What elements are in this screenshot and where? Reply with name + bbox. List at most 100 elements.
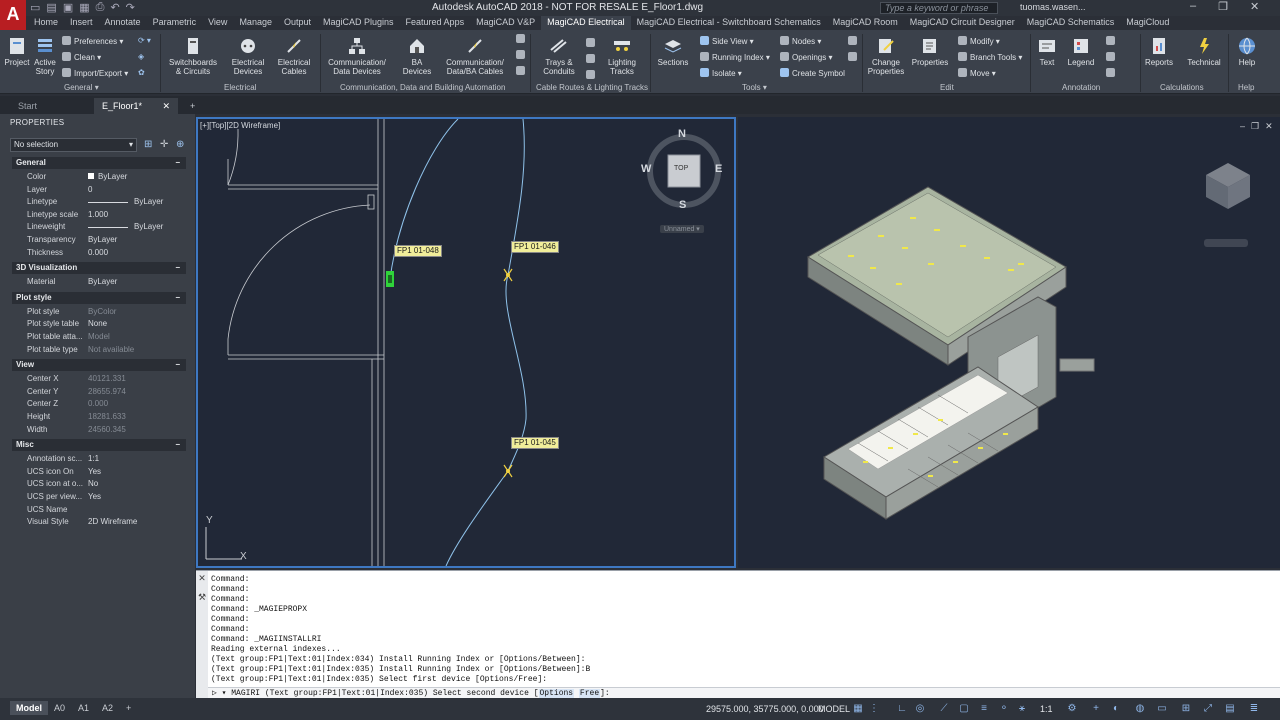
customization-icon[interactable]: ≣ (1248, 703, 1260, 715)
selection-dropdown[interactable]: No selection ▾ (10, 138, 137, 152)
ortho-icon[interactable]: ∟ (896, 703, 908, 715)
compass-north[interactable]: N (678, 128, 686, 140)
viewcube-face-top[interactable]: TOP (674, 165, 688, 172)
comm-data-devices-button[interactable]: Communication/ Data Devices (324, 36, 390, 76)
autoscale-icon[interactable]: ⚹ (1016, 703, 1028, 715)
sections-button[interactable]: Sections (654, 36, 692, 67)
close-icon[interactable]: ✕ (1250, 0, 1259, 13)
group-calculations[interactable]: Calculations (1160, 83, 1204, 92)
property-row[interactable]: Transparency ByLayer (27, 234, 187, 246)
running-index-button[interactable]: Running Index ▾ (700, 52, 770, 62)
lighting-tracks-button[interactable]: Lighting Tracks (600, 36, 644, 76)
properties-toggle-icon[interactable]: ⊞ (1180, 703, 1192, 715)
property-row[interactable]: Plot table type Not available (27, 344, 187, 356)
property-row[interactable]: Center Y 28655.974 (27, 386, 187, 398)
property-row[interactable]: Layer 0 (27, 184, 187, 196)
print-icon[interactable]: ⎙ (96, 1, 105, 15)
open-icon[interactable]: ▤ (46, 1, 56, 15)
new-tab-icon[interactable]: + (182, 98, 203, 114)
collapse-icon[interactable]: − (175, 157, 180, 169)
quick-select-icon[interactable]: ⊕ (176, 139, 184, 150)
switchboards-button[interactable]: Switchboards & Circuits (166, 36, 220, 76)
comm-tool-2[interactable] (516, 50, 528, 60)
layout-tab-a2[interactable]: A2 (96, 701, 119, 715)
branch-tools-button[interactable]: Branch Tools ▾ (958, 52, 1022, 62)
collapse-icon[interactable]: − (175, 439, 180, 451)
create-symbol-button[interactable]: Create Symbol (780, 68, 845, 78)
polar-icon[interactable]: ◎ (914, 703, 926, 715)
running-index-tag[interactable]: FP1 01-048 (394, 245, 442, 257)
openings-button[interactable]: Openings ▾ (780, 52, 833, 62)
tools-extra-2[interactable] (848, 52, 860, 62)
property-row[interactable]: UCS icon at o... No (27, 478, 187, 490)
grid-icon[interactable]: ▦ (852, 703, 864, 715)
file-tab-e-floor1[interactable]: E_Floor1* ✕ (94, 98, 178, 114)
side-view-button[interactable]: Side View ▾ (700, 36, 754, 46)
ribbon-tab[interactable]: MagiCAD Schematics (1021, 16, 1121, 30)
lineweight-icon[interactable]: ≡ (978, 703, 990, 715)
compass-south[interactable]: S (679, 199, 686, 211)
group-cable-routes[interactable]: Cable Routes & Lighting Tracks (536, 83, 648, 92)
group-electrical[interactable]: Electrical (224, 83, 256, 92)
electrical-cables-button[interactable]: Electrical Cables (272, 36, 316, 76)
viewport-window-controls[interactable]: –❐✕ (1240, 121, 1279, 132)
ribbon-tab[interactable]: Manage (233, 16, 278, 30)
ribbon-tab[interactable]: Insert (64, 16, 99, 30)
compass-west[interactable]: W (641, 163, 651, 175)
minimize-icon[interactable]: – (1190, 0, 1196, 13)
ribbon-tab[interactable]: View (202, 16, 233, 30)
ribbon-tab[interactable]: Home (28, 16, 64, 30)
comm-tool-3[interactable] (516, 66, 528, 76)
snap-icon[interactable]: ⋮ (868, 703, 880, 715)
group-comm[interactable]: Communication, Data and Building Automat… (340, 83, 505, 92)
annotation-tool-2[interactable] (1106, 52, 1118, 62)
add-layout-icon[interactable]: + (120, 701, 137, 715)
viewport-2d[interactable]: [+][Top][2D Wireframe] N S E W TOP Unnam… (196, 117, 736, 568)
group-edit[interactable]: Edit (940, 83, 954, 92)
route-tool-3[interactable] (586, 70, 598, 80)
annotation-scale[interactable]: 1:1 (1040, 704, 1053, 714)
close-icon[interactable]: ✕ (162, 101, 170, 112)
layers-icon[interactable]: ◈ (138, 52, 144, 61)
property-row[interactable]: Center Z 0.000 (27, 398, 187, 410)
viewcube-3d[interactable] (1204, 163, 1250, 247)
ribbon-tab[interactable]: Parametric (147, 16, 203, 30)
undo-icon[interactable]: ↶ (110, 1, 119, 15)
coordinate-readout[interactable]: 29575.000, 35775.000, 0.000 (706, 704, 824, 714)
group-tools[interactable]: Tools ▾ (742, 83, 767, 92)
workspace-icon[interactable]: ⚙ (1066, 703, 1078, 715)
property-row[interactable]: Center X 40121.331 (27, 373, 187, 385)
comm-data-cables-button[interactable]: Communication/ Data/BA Cables (442, 36, 508, 76)
clean-button[interactable]: Clean ▾ (62, 52, 101, 62)
plus-icon[interactable]: + (1090, 703, 1102, 715)
property-row[interactable]: Material ByLayer (27, 276, 187, 288)
property-row[interactable]: Annotation sc... 1:1 (27, 453, 187, 465)
modify-button[interactable]: Modify ▾ (958, 36, 1000, 46)
ribbon-tab[interactable]: Output (278, 16, 317, 30)
viewport-3d[interactable]: –❐✕ (738, 117, 1280, 568)
ribbon-tab[interactable]: Featured Apps (400, 16, 471, 30)
collapse-icon[interactable]: − (175, 262, 180, 274)
layout-tab-model[interactable]: Model (10, 701, 48, 715)
ucs-menu[interactable]: Unnamed ▾ (660, 225, 704, 233)
route-tool-2[interactable] (586, 54, 598, 64)
isolate-objects-icon[interactable]: ◐ (1110, 703, 1122, 715)
running-index-tag[interactable]: FP1 01-045 (511, 437, 559, 449)
save-as-icon[interactable]: ▦ (79, 1, 89, 15)
ribbon-tab[interactable]: MagiCAD Electrical - Switchboard Schemat… (631, 16, 827, 30)
layout-tab-a1[interactable]: A1 (72, 701, 95, 715)
ribbon-tab[interactable]: MagiCAD Plugins (317, 16, 400, 30)
section-plot-style[interactable]: Plot style − (12, 291, 186, 304)
reports-button[interactable]: Reports (1144, 36, 1174, 67)
preferences-button[interactable]: Preferences ▾ (62, 36, 123, 46)
text-button[interactable]: Text (1034, 36, 1060, 67)
redo-icon[interactable]: ↷ (126, 1, 135, 15)
technical-button[interactable]: Technical (1184, 36, 1224, 67)
move-button[interactable]: Move ▾ (958, 68, 996, 78)
fullscreen-icon[interactable]: ⤢ (1202, 703, 1214, 715)
legend-button[interactable]: Legend (1066, 36, 1096, 67)
property-row[interactable]: Plot table atta... Model (27, 331, 187, 343)
comm-tool-1[interactable] (516, 34, 528, 44)
ribbon-tab[interactable]: MagiCAD Room (827, 16, 904, 30)
help-button[interactable]: Help (1234, 36, 1260, 67)
